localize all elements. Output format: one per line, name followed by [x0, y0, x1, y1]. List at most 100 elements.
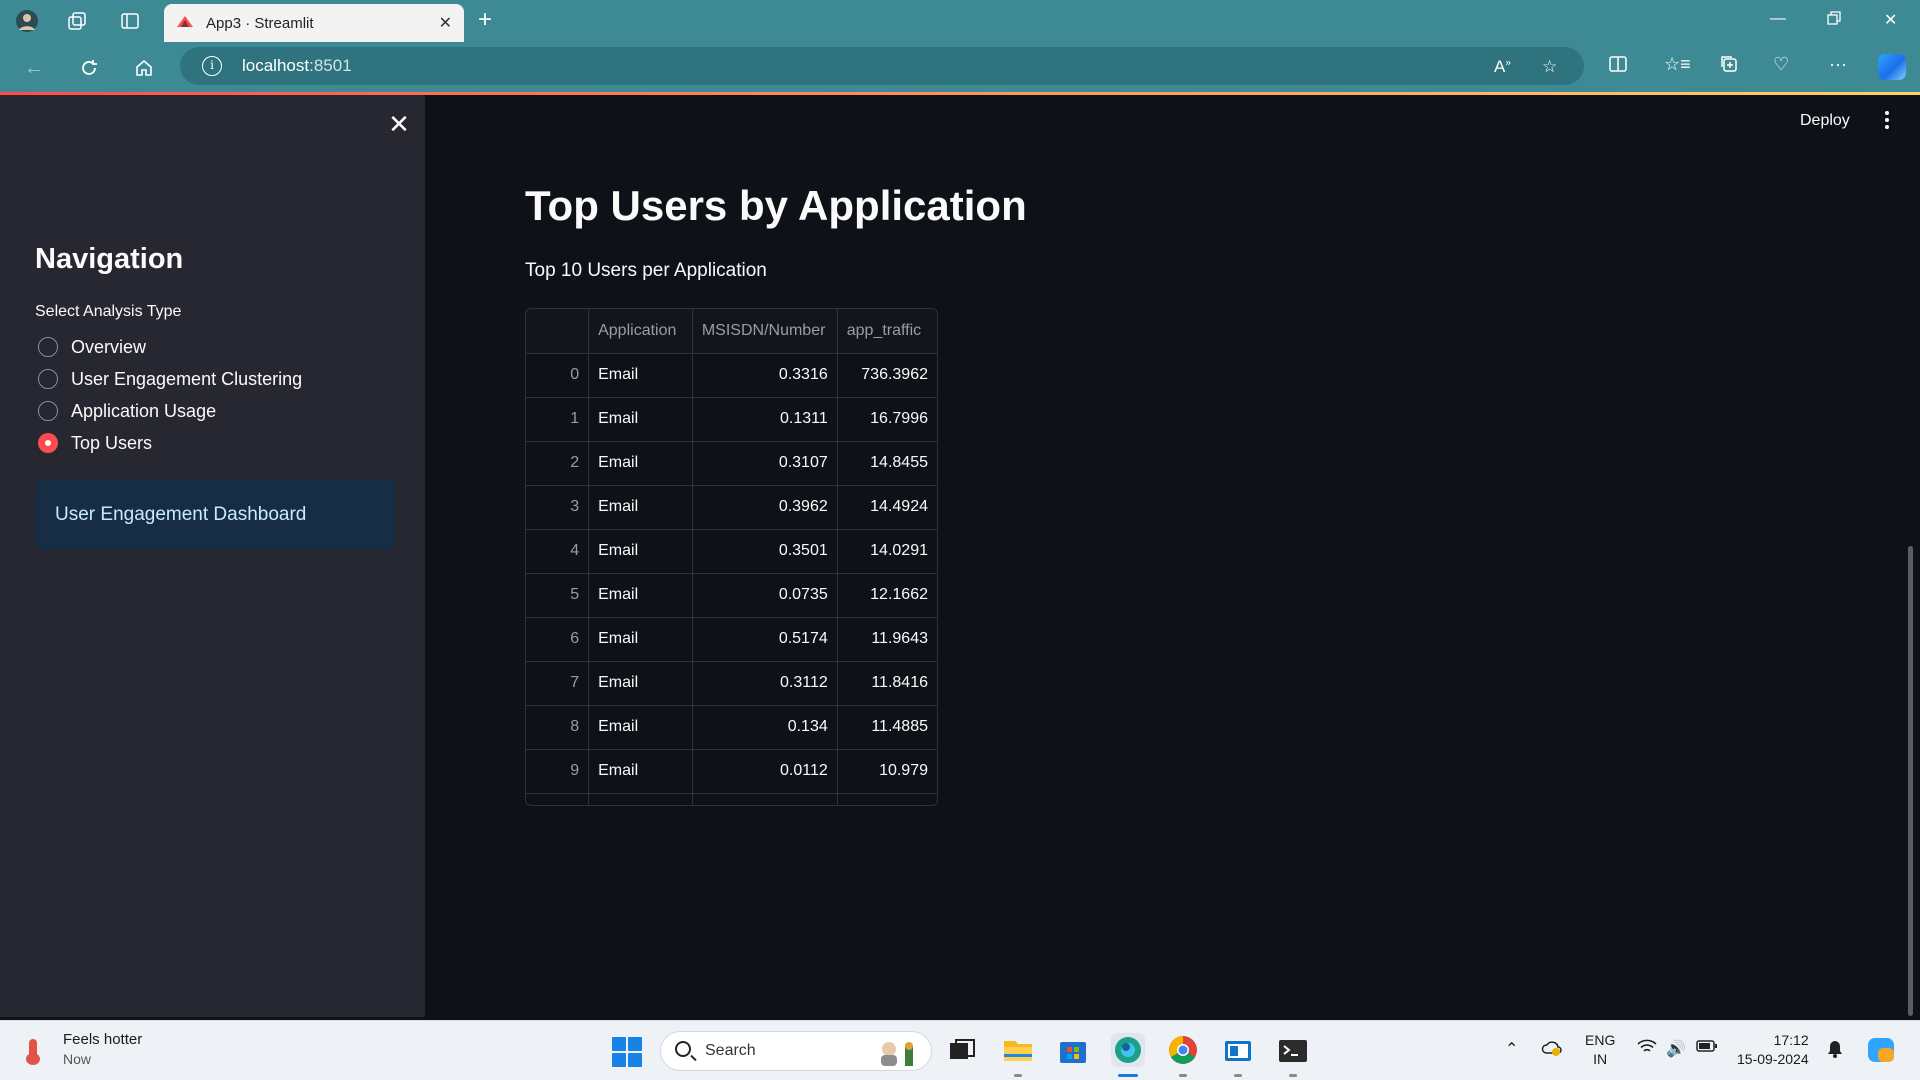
cell-index[interactable]: 4: [526, 529, 590, 574]
favorites-icon[interactable]: ☆≡: [1664, 54, 1691, 75]
main-menu-icon[interactable]: [1882, 111, 1892, 133]
cell-app-traffic[interactable]: 16.7996: [837, 397, 937, 442]
close-window-icon[interactable]: ✕: [1884, 10, 1897, 30]
terminal-icon[interactable]: [1276, 1033, 1310, 1067]
copilot-icon[interactable]: [1878, 54, 1906, 80]
cell-index[interactable]: 7: [526, 661, 590, 706]
cell-application[interactable]: Email: [588, 573, 693, 618]
cell-application[interactable]: Email: [588, 749, 693, 794]
windows-start-icon[interactable]: [612, 1037, 642, 1067]
cell-application[interactable]: Email: [588, 397, 693, 442]
edge-browser-icon[interactable]: [1111, 1033, 1145, 1067]
column-header-application[interactable]: Application: [588, 309, 693, 354]
copilot-taskbar-icon[interactable]: [1866, 1035, 1896, 1070]
sidebar-close-icon[interactable]: ✕: [384, 109, 414, 139]
column-header-app-traffic[interactable]: app_traffic: [837, 309, 937, 354]
url-field[interactable]: i localhost:8501 A» ☆: [180, 47, 1584, 85]
cell-application[interactable]: Email: [588, 617, 693, 662]
radio-option-overview[interactable]: Overview: [38, 333, 146, 361]
page-scrollbar[interactable]: [1908, 546, 1913, 1016]
cell-msisdn[interactable]: 0.0112: [692, 749, 838, 794]
vertical-tabs-icon[interactable]: [117, 9, 143, 33]
column-header-msisdn[interactable]: MSISDN/Number: [692, 309, 838, 354]
cell-app-traffic[interactable]: 736.3962: [837, 353, 937, 398]
microsoft-store-icon[interactable]: [1056, 1033, 1090, 1067]
cell-index[interactable]: 8: [526, 705, 590, 750]
new-tab-icon[interactable]: +: [478, 8, 492, 32]
minimize-icon[interactable]: —: [1770, 10, 1786, 28]
cell-index[interactable]: 5: [526, 573, 590, 618]
remote-desktop-icon[interactable]: [1221, 1033, 1255, 1067]
cell-index[interactable]: 1: [526, 397, 590, 442]
collections-icon[interactable]: [1719, 54, 1739, 79]
cell-app-traffic[interactable]: 12.1662: [837, 573, 937, 618]
radio-circle[interactable]: [38, 337, 58, 357]
radio-option-user-engagement-clustering[interactable]: User Engagement Clustering: [38, 365, 302, 393]
dataframe[interactable]: Application MSISDN/Number app_traffic 0E…: [525, 308, 938, 806]
favorite-star-icon[interactable]: ☆: [1542, 57, 1557, 77]
cell-index[interactable]: 0: [526, 353, 590, 398]
cell-application[interactable]: Email: [588, 529, 693, 574]
cell-index[interactable]: 6: [526, 617, 590, 662]
cell-index[interactable]: 3: [526, 485, 590, 530]
cell-app-traffic[interactable]: 14.8455: [837, 441, 937, 486]
show-hidden-icons-icon[interactable]: ⌃: [1505, 1039, 1518, 1059]
cell-app-traffic[interactable]: 11.9643: [837, 617, 937, 662]
split-screen-icon[interactable]: [1608, 54, 1628, 79]
cell-msisdn[interactable]: 0.0735: [692, 573, 838, 618]
cell-msisdn[interactable]: 0.134: [692, 705, 838, 750]
file-explorer-icon[interactable]: [1001, 1033, 1035, 1067]
home-icon[interactable]: [130, 54, 158, 82]
cell-application[interactable]: Email: [588, 661, 693, 706]
cell-application[interactable]: Email: [588, 705, 693, 750]
refresh-icon[interactable]: [75, 54, 103, 82]
cell-app-traffic[interactable]: 14.0291: [837, 529, 937, 574]
back-icon[interactable]: ←: [20, 54, 48, 82]
cell-app-traffic[interactable]: 11.8416: [837, 661, 937, 706]
more-menu-icon[interactable]: ···: [1829, 54, 1847, 75]
weather-title[interactable]: Feels hotter: [63, 1031, 142, 1048]
radio-circle[interactable]: [38, 369, 58, 389]
onedrive-icon[interactable]: [1541, 1039, 1563, 1062]
browser-tab-active[interactable]: App3 · Streamlit ✕: [164, 4, 464, 42]
input-language-indicator[interactable]: ENG IN: [1585, 1031, 1615, 1069]
task-view-icon[interactable]: [944, 1033, 978, 1067]
read-aloud-icon[interactable]: A»: [1494, 57, 1511, 77]
cell-app-traffic[interactable]: 11.4885: [837, 705, 937, 750]
cell-application[interactable]: Email: [588, 353, 693, 398]
weather-thermometer-icon[interactable]: [25, 1037, 47, 1065]
cell-msisdn[interactable]: 0.1311: [692, 397, 838, 442]
system-clock[interactable]: 17:12 15-09-2024: [1737, 1031, 1809, 1069]
radio-option-application-usage[interactable]: Application Usage: [38, 397, 216, 425]
radio-option-top-users[interactable]: Top Users: [38, 429, 152, 457]
volume-icon[interactable]: 🔊: [1666, 1039, 1686, 1059]
restore-icon[interactable]: [1826, 10, 1842, 31]
cell-msisdn[interactable]: 0.3316: [692, 353, 838, 398]
cell-msisdn[interactable]: 0.5174: [692, 617, 838, 662]
profile-avatar-icon[interactable]: [14, 9, 40, 33]
cell-app-traffic[interactable]: 14.4924: [837, 485, 937, 530]
deploy-button[interactable]: Deploy: [1800, 112, 1850, 130]
wifi-icon[interactable]: [1637, 1039, 1657, 1060]
workspaces-icon[interactable]: [64, 9, 90, 33]
column-header-index[interactable]: [526, 309, 590, 354]
cell-index[interactable]: 9: [526, 749, 590, 794]
cell-msisdn[interactable]: 0.3962: [692, 485, 838, 530]
cell-msisdn[interactable]: 0.3112: [692, 661, 838, 706]
cell-application[interactable]: Email: [588, 441, 693, 486]
taskbar-search-box[interactable]: Search: [660, 1031, 932, 1071]
cell-application[interactable]: Email: [588, 485, 693, 530]
tab-close-icon[interactable]: ✕: [439, 13, 452, 33]
chrome-icon[interactable]: [1166, 1033, 1200, 1067]
cell-app-traffic[interactable]: 10.979: [837, 749, 937, 794]
radio-circle-selected[interactable]: [38, 433, 58, 453]
battery-icon[interactable]: [1696, 1039, 1718, 1058]
browser-essentials-icon[interactable]: ♡: [1773, 54, 1789, 75]
radio-circle[interactable]: [38, 401, 58, 421]
cell-index[interactable]: 2: [526, 441, 590, 486]
notifications-bell-icon[interactable]: [1826, 1039, 1844, 1064]
cell-msisdn[interactable]: 0.3501: [692, 529, 838, 574]
site-info-icon[interactable]: i: [202, 56, 222, 76]
cell-msisdn[interactable]: 0.3107: [692, 441, 838, 486]
table-row: 4 Email 0.3501 14.0291: [526, 529, 937, 574]
